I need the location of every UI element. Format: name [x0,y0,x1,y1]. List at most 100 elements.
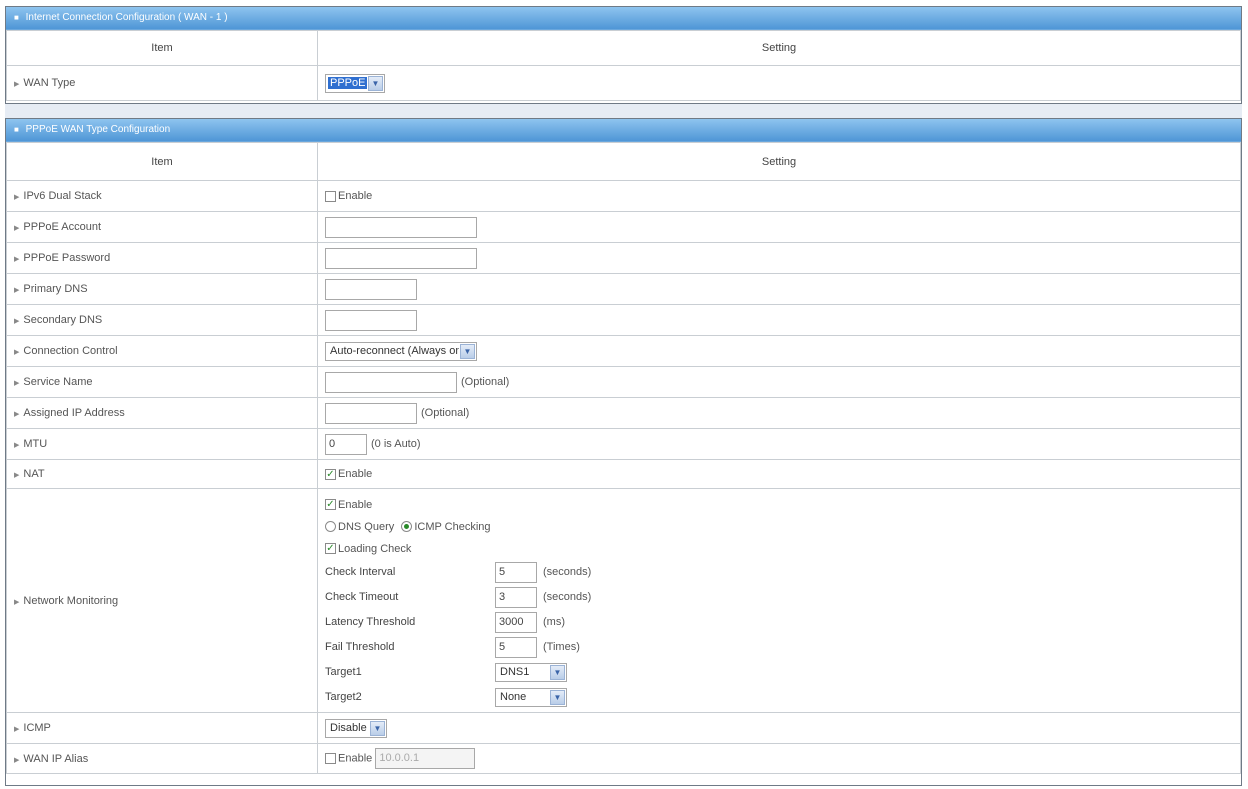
alias-enable-checkbox[interactable] [325,753,336,764]
nm-enable-label: Enable [338,498,373,511]
ipv6-enable-checkbox[interactable] [325,190,336,202]
triangle-right-icon: ▶ [14,411,20,418]
target1-select[interactable]: DNS1 ▼ [495,662,567,682]
wan-type-select[interactable]: PPPoE ▼ [325,73,385,93]
secondary-dns-input[interactable] [325,309,417,331]
primary-dns-input[interactable] [325,278,417,300]
wan-config-panel: ■ Internet Connection Configuration ( WA… [5,6,1242,104]
conn-control-value: Auto-reconnect (Always on) [330,345,459,357]
assigned-ip-optional: (Optional) [421,406,470,419]
nm-label-cell: ▶ Network Monitoring [6,488,318,713]
assigned-ip-label: Assigned IP Address [23,407,125,419]
wan-config-title: Internet Connection Configuration ( WAN … [25,12,228,23]
col-setting-header: Setting [317,142,1241,181]
ipv6-enable-label: Enable [338,190,373,203]
target2-value: None [500,691,527,703]
fail-threshold-input[interactable]: 5 [495,636,537,658]
triangle-right-icon: ▶ [14,318,20,325]
icmp-value: Disable [330,722,367,734]
collapse-icon[interactable]: ■ [14,125,19,134]
check-interval-unit: (seconds) [543,566,592,578]
alias-label: WAN IP Alias [23,752,89,765]
alias-ip-input[interactable]: 10.0.0.1 [375,748,476,769]
chevron-down-icon: ▼ [460,343,475,359]
triangle-right-icon: ▶ [14,756,20,764]
latency-threshold-unit: (ms) [543,616,565,628]
conn-control-select[interactable]: Auto-reconnect (Always on) ▼ [325,341,477,361]
password-label-cell: ▶ PPPoE Password [6,242,318,274]
pppoe-account-input[interactable] [325,216,477,238]
triangle-right-icon: ▶ [14,472,20,479]
nat-enable-checkbox[interactable]: ✓ [325,468,336,480]
triangle-right-icon: ▶ [14,81,20,88]
nat-enable-label: Enable [338,468,373,481]
service-name-label: Service Name [23,376,93,388]
account-label: PPPoE Account [23,221,102,233]
icmp-checking-radio[interactable] [401,521,413,533]
fail-threshold-label: Fail Threshold [325,641,395,653]
assigned-ip-input[interactable] [325,402,417,424]
col-item-header: Item [6,30,318,66]
mtu-label-cell: ▶ MTU [6,428,318,460]
latency-threshold-input[interactable]: 3000 [495,611,537,633]
loading-check-checkbox[interactable]: ✓ [325,543,336,555]
conn-control-label: Connection Control [23,345,118,357]
check-timeout-unit: (seconds) [543,591,592,603]
target2-select[interactable]: None ▼ [495,687,567,707]
loading-check-label: Loading Check [338,542,412,555]
check-timeout-label: Check Timeout [325,591,399,603]
target1-label: Target1 [325,666,362,678]
ipv6-label: IPv6 Dual Stack [23,190,102,202]
check-timeout-input[interactable]: 3 [495,586,537,608]
primary-dns-label: Primary DNS [23,283,88,295]
password-label: PPPoE Password [23,252,111,264]
account-label-cell: ▶ PPPoE Account [6,211,318,243]
dns-query-radio[interactable] [325,521,336,533]
dns-query-label: DNS Query [338,520,395,533]
icmp-label: ICMP [23,722,51,734]
ipv6-label-cell: ▶ IPv6 Dual Stack [6,180,318,212]
chevron-down-icon: ▼ [550,664,565,680]
wan-type-label: WAN Type [23,77,76,89]
wan-type-value: PPPoE [328,77,367,89]
wan-config-header: ■ Internet Connection Configuration ( WA… [6,7,1241,30]
triangle-right-icon: ▶ [14,349,20,356]
nat-label: NAT [23,468,45,480]
triangle-right-icon: ▶ [14,598,20,606]
triangle-right-icon: ▶ [14,442,20,449]
icmp-label-cell: ▶ ICMP [6,712,318,744]
alias-enable-label: Enable [338,752,373,765]
secondary-dns-label-cell: ▶ Secondary DNS [6,304,318,336]
service-name-input[interactable] [325,371,457,393]
mtu-label: MTU [23,438,48,450]
triangle-right-icon: ▶ [14,256,20,263]
triangle-right-icon: ▶ [14,194,20,201]
triangle-right-icon: ▶ [14,380,20,387]
pppoe-password-input[interactable] [325,247,477,269]
target1-value: DNS1 [500,666,530,678]
collapse-icon[interactable]: ■ [14,13,19,22]
mtu-input[interactable]: 0 [325,433,367,455]
secondary-dns-label: Secondary DNS [23,314,103,326]
triangle-right-icon: ▶ [14,287,20,294]
triangle-right-icon: ▶ [14,225,20,232]
fail-threshold-unit: (Times) [543,641,580,653]
pppoe-config-panel: ■ PPPoE WAN Type Configuration Item Sett… [5,118,1242,786]
target2-label: Target2 [325,691,362,703]
pppoe-config-header: ■ PPPoE WAN Type Configuration [6,119,1241,142]
nm-enable-checkbox[interactable]: ✓ [325,499,336,511]
nm-label: Network Monitoring [23,594,119,607]
icmp-checking-label: ICMP Checking [414,520,491,533]
check-interval-input[interactable]: 5 [495,561,537,583]
chevron-down-icon: ▼ [550,689,565,705]
check-interval-label: Check Interval [325,566,396,578]
conn-control-label-cell: ▶ Connection Control [6,335,318,367]
alias-label-cell: ▶ WAN IP Alias [6,743,318,774]
panel-gap [5,104,1242,118]
col-setting-header: Setting [317,30,1241,66]
icmp-select[interactable]: Disable ▼ [325,718,387,738]
pppoe-config-title: PPPoE WAN Type Configuration [25,124,171,135]
wan-type-label-cell: ▶ WAN Type [6,65,318,101]
triangle-right-icon: ▶ [14,726,20,733]
primary-dns-label-cell: ▶ Primary DNS [6,273,318,305]
